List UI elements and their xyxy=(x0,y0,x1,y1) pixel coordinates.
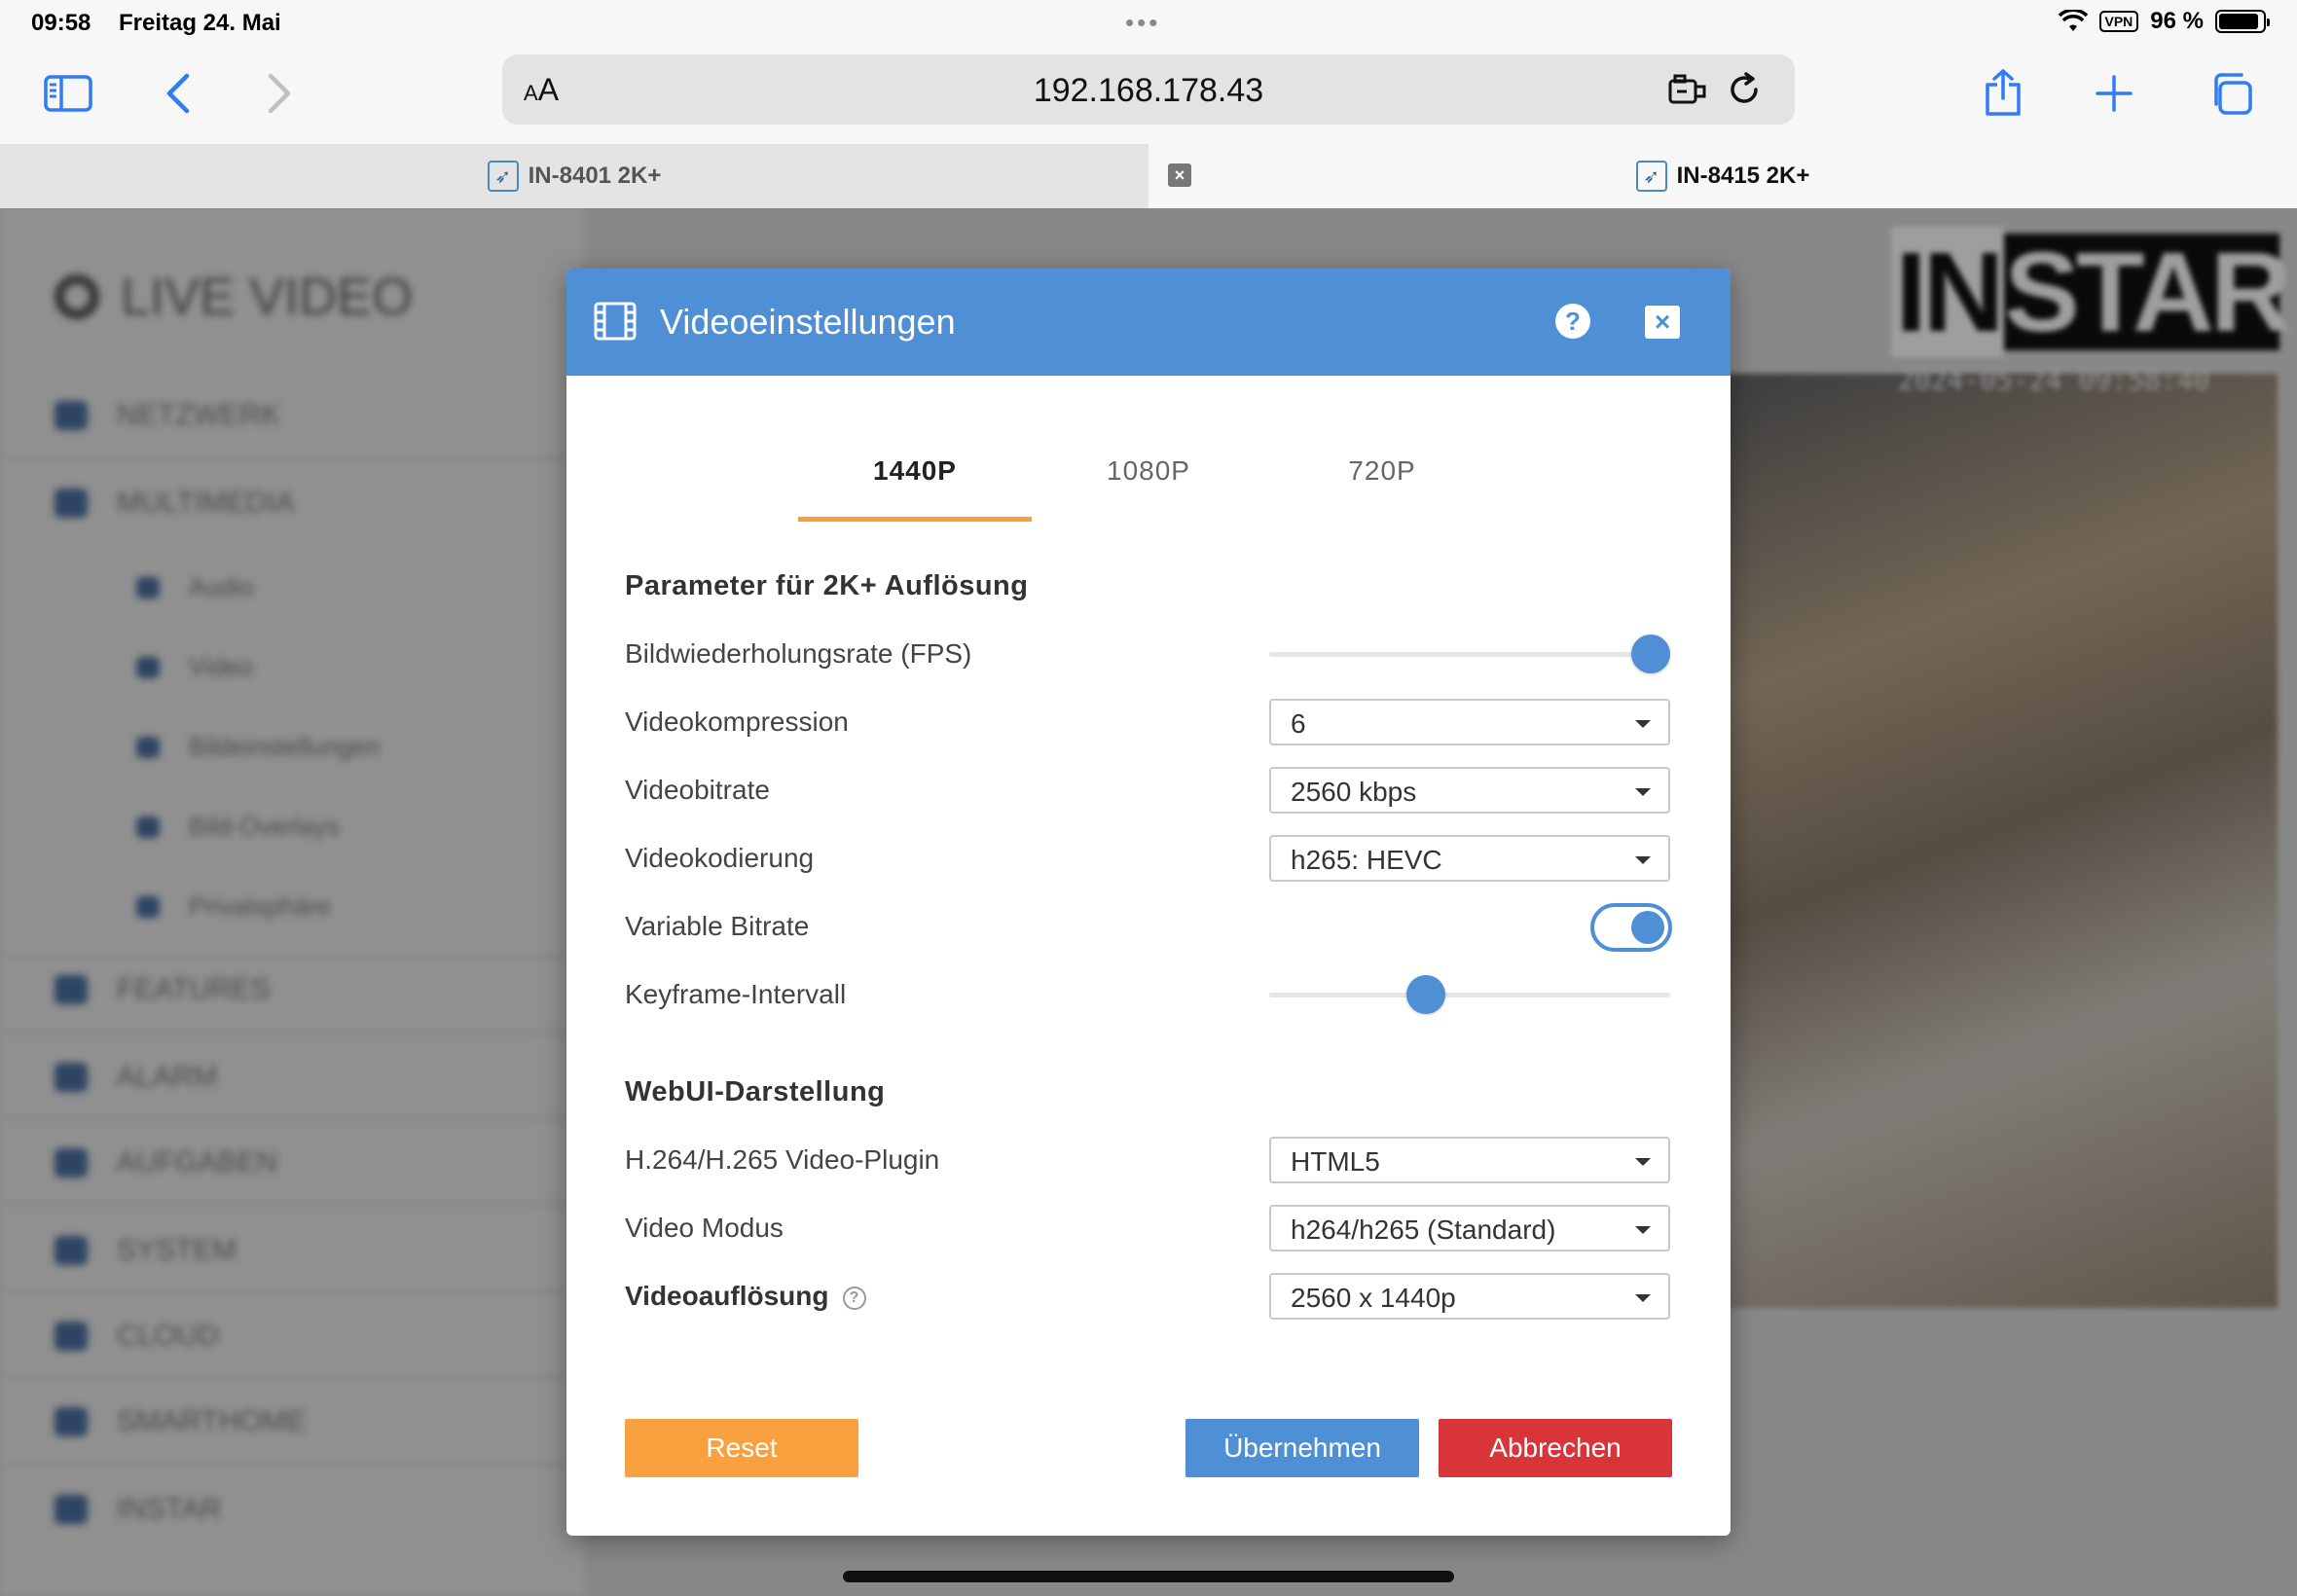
tab-in-8415[interactable]: × ➶ IN-8415 2K+ xyxy=(1148,144,2297,208)
keyframe-slider[interactable] xyxy=(1269,975,1670,1014)
plugin-label: H.264/H.265 Video-Plugin xyxy=(625,1144,940,1175)
resolution-tabs: 1440P 1080P 720P xyxy=(798,442,1499,522)
url-text[interactable]: 192.168.178.43 xyxy=(502,72,1795,110)
close-tab-icon[interactable]: × xyxy=(1168,163,1191,187)
tab-1440p[interactable]: 1440P xyxy=(798,442,1032,522)
video-mode-select[interactable]: h264/h265 (Standard) xyxy=(1269,1205,1670,1251)
plugin-select[interactable]: HTML5 xyxy=(1269,1137,1670,1183)
question-circle-icon[interactable]: ? xyxy=(842,1287,866,1310)
browser-tabs: ➶ IN-8401 2K+ × ➶ IN-8415 2K+ xyxy=(0,144,2297,208)
sidebar-toggle-icon[interactable] xyxy=(39,64,97,123)
bitrate-value: 2560 kbps xyxy=(1291,777,1417,807)
film-icon xyxy=(594,302,637,341)
modal-header: Videoeinstellungen ? × xyxy=(566,269,1731,376)
home-indicator[interactable] xyxy=(843,1571,1454,1582)
back-icon[interactable] xyxy=(148,64,206,123)
status-right: VPN 96 % xyxy=(2058,8,2270,35)
multitasking-dots-icon[interactable]: ••• xyxy=(1125,8,1160,38)
battery-icon xyxy=(2215,10,2270,33)
browser-toolbar: AA 192.168.178.43 xyxy=(0,49,2297,144)
compression-value: 6 xyxy=(1291,708,1306,739)
resolution-label: Videoauflösung? xyxy=(625,1281,866,1312)
battery-percent: 96 % xyxy=(2150,8,2204,34)
variable-bitrate-label: Variable Bitrate xyxy=(625,911,810,941)
page-extension-icon[interactable] xyxy=(1666,68,1709,111)
fps-slider[interactable] xyxy=(1269,635,1670,673)
bitrate-select[interactable]: 2560 kbps xyxy=(1269,767,1670,814)
reload-icon[interactable] xyxy=(1723,68,1766,111)
keyframe-label: Keyframe-Intervall xyxy=(625,979,847,1009)
tab-1080p[interactable]: 1080P xyxy=(1032,442,1265,522)
bitrate-label: Videobitrate xyxy=(625,775,770,805)
instar-favicon-icon: ➶ xyxy=(1635,161,1667,192)
caret-down-icon xyxy=(1635,856,1651,864)
tab-overview-icon[interactable] xyxy=(2202,64,2260,123)
caret-down-icon xyxy=(1635,1158,1651,1166)
forward-icon[interactable] xyxy=(251,64,310,123)
address-bar[interactable]: AA 192.168.178.43 xyxy=(502,54,1795,125)
caret-down-icon xyxy=(1635,720,1651,728)
video-mode-value: h264/h265 (Standard) xyxy=(1291,1215,1556,1245)
section-title-webui: WebUI-Darstellung xyxy=(625,1076,886,1107)
close-icon[interactable]: × xyxy=(1645,306,1680,339)
status-date: Freitag 24. Mai xyxy=(119,10,281,36)
toggle-knob xyxy=(1631,911,1664,944)
resolution-select[interactable]: 2560 x 1440p xyxy=(1269,1273,1670,1320)
encoding-label: Videokodierung xyxy=(625,843,815,873)
video-settings-modal: Videoeinstellungen ? × 1440P 1080P 720P … xyxy=(566,269,1731,1536)
vpn-badge: VPN xyxy=(2098,11,2139,32)
tab-label: IN-8415 2K+ xyxy=(1676,163,1810,189)
plugin-value: HTML5 xyxy=(1291,1146,1380,1177)
wifi-icon xyxy=(2058,10,2088,31)
reset-button[interactable]: Reset xyxy=(625,1419,858,1477)
encoding-select[interactable]: h265: HEVC xyxy=(1269,835,1670,882)
video-mode-label: Video Modus xyxy=(625,1213,784,1243)
fps-slider-thumb[interactable] xyxy=(1631,635,1670,673)
section-title-parameters: Parameter für 2K+ Auflösung xyxy=(625,570,1029,601)
keyframe-slider-thumb[interactable] xyxy=(1406,975,1446,1014)
encoding-value: h265: HEVC xyxy=(1291,845,1442,875)
tab-in-8401[interactable]: ➶ IN-8401 2K+ xyxy=(0,144,1148,208)
tab-720p[interactable]: 720P xyxy=(1265,442,1499,522)
caret-down-icon xyxy=(1635,1294,1651,1302)
modal-title: Videoeinstellungen xyxy=(660,302,956,342)
variable-bitrate-toggle[interactable] xyxy=(1590,903,1672,952)
cancel-button[interactable]: Abbrechen xyxy=(1439,1419,1672,1477)
resolution-value: 2560 x 1440p xyxy=(1291,1283,1456,1313)
new-tab-icon[interactable] xyxy=(2085,64,2143,123)
caret-down-icon xyxy=(1635,788,1651,796)
status-time: 09:58 xyxy=(31,10,91,36)
apply-button[interactable]: Übernehmen xyxy=(1185,1419,1419,1477)
caret-down-icon xyxy=(1635,1226,1651,1234)
fps-label: Bildwiederholungsrate (FPS) xyxy=(625,638,972,669)
compression-label: Videokompression xyxy=(625,707,849,737)
share-icon[interactable] xyxy=(1974,64,2032,123)
help-icon[interactable]: ? xyxy=(1555,304,1590,339)
instar-favicon-icon: ➶ xyxy=(487,161,519,192)
status-bar: 09:58 Freitag 24. Mai ••• VPN 96 % xyxy=(0,0,2297,49)
compression-select[interactable]: 6 xyxy=(1269,699,1670,745)
tab-label: IN-8401 2K+ xyxy=(528,163,662,189)
